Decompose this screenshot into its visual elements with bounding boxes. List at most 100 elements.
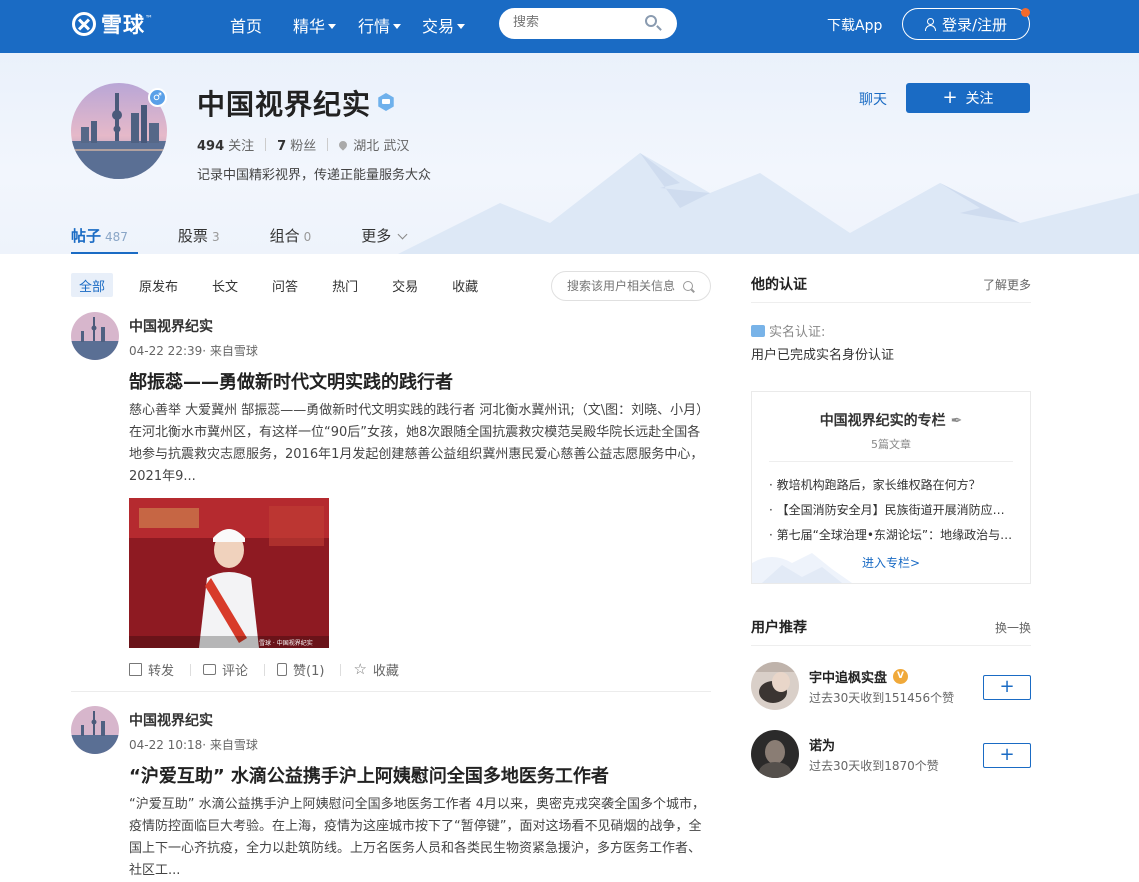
recommended-user-avatar[interactable] — [751, 662, 799, 710]
nav-trade-label: 交易 — [422, 17, 455, 36]
comment-button[interactable]: 评论 — [203, 660, 248, 679]
certification-header: 他的认证 了解更多 — [751, 274, 1031, 303]
followers-link[interactable]: 7 粉丝 — [277, 135, 316, 154]
image-caption: 雪球 · 中国视界纪实 — [259, 639, 313, 647]
search-icon[interactable] — [683, 281, 693, 291]
favorite-button[interactable]: ☆ 收藏 — [353, 660, 398, 679]
refresh-recommendations-link[interactable]: 换一换 — [995, 619, 1031, 636]
gender-male-icon: ♂ — [148, 88, 167, 107]
followers-count: 7 — [277, 139, 287, 154]
user-search-input[interactable] — [567, 279, 679, 293]
filter-trade[interactable]: 交易 — [384, 273, 426, 297]
comment-label: 评论 — [222, 664, 249, 679]
like-button[interactable]: 赞(1) — [277, 660, 324, 679]
tab-more-label: 更多 — [361, 227, 392, 245]
tab-more[interactable]: 更多 — [361, 225, 408, 254]
star-icon: ☆ — [353, 659, 367, 678]
nav-featured[interactable]: 精华 — [293, 13, 337, 37]
post-author-avatar[interactable] — [71, 706, 119, 754]
divider — [769, 461, 1013, 462]
nav-trade[interactable]: 交易 — [422, 13, 466, 37]
follow-user-button[interactable]: + — [983, 675, 1031, 700]
verified-badge-icon[interactable] — [378, 93, 394, 111]
post-excerpt[interactable]: 慈心善举 大爱冀州 郜振蕊——勇做新时代文明实践的践行者 河北衡水冀州讯;（文\… — [129, 400, 711, 488]
recommendation-title: 用户推荐 — [751, 620, 807, 636]
login-label: 登录/注册 — [941, 15, 1008, 34]
post-excerpt[interactable]: “沪爱互助” 水滴公益携手沪上阿姨慰问全国多地医务工作者 4月以来，奥密克戎突袭… — [129, 794, 711, 882]
tab-portfolios-count: 0 — [303, 230, 312, 244]
post-actions: 转发 评论 赞(1) ☆ 收藏 — [129, 660, 403, 679]
search-input[interactable] — [513, 15, 643, 30]
filter-original[interactable]: 原发布 — [131, 273, 186, 297]
follow-button[interactable]: + 关注 — [906, 83, 1030, 113]
post-filters: 全部 原发布 长文 问答 热门 交易 收藏 — [71, 273, 504, 297]
like-label: 赞(1) — [293, 664, 325, 679]
learn-more-link[interactable]: 了解更多 — [983, 276, 1031, 293]
divider — [340, 663, 342, 676]
nav-home-label: 首页 — [230, 17, 263, 36]
recommended-user-likes: 过去30天收到151456个赞 — [809, 691, 955, 705]
column-article-link[interactable]: · 教培机构跑路后，家长维权路在何方？ — [769, 476, 1013, 501]
recommended-user: 宇中追枫实盘 V 过去30天收到151456个赞 + — [751, 662, 1031, 712]
column-article-list: · 教培机构跑路后，家长维权路在何方？ · 【全国消防安全月】民族街道开展消防应… — [769, 476, 1013, 551]
chevron-down-icon — [397, 229, 408, 240]
post-author-name[interactable]: 中国视界纪实 — [129, 710, 213, 730]
column-card: 中国视界纪实的专栏 ✒ 5篇文章 · 教培机构跑路后，家长维权路在何方？ · 【… — [751, 391, 1031, 584]
followers-label: 粉丝 — [290, 139, 317, 154]
plus-icon: + — [942, 87, 958, 108]
column-title[interactable]: 中国视界纪实的专栏 ✒ — [752, 410, 1030, 430]
recommended-user-name[interactable]: 诺为 — [809, 735, 835, 754]
post-author-name[interactable]: 中国视界纪实 — [129, 316, 213, 336]
cert-description: 用户已完成实名身份认证 — [751, 348, 895, 363]
post-card: 中国视界纪实 04-22 22:39· 来自雪球 郜振蕊——勇做新时代文明实践的… — [71, 312, 711, 682]
tab-posts-count: 487 — [105, 230, 128, 244]
filter-all[interactable]: 全部 — [71, 273, 114, 297]
caret-down-icon — [457, 23, 466, 29]
user-icon — [924, 17, 936, 31]
post-divider — [71, 691, 711, 692]
caret-down-icon — [328, 23, 337, 29]
post-title[interactable]: “沪爱互助” 水滴公益携手沪上阿姨慰问全国多地医务工作者 — [129, 762, 609, 788]
filter-favorite[interactable]: 收藏 — [444, 273, 486, 297]
post-author-avatar[interactable] — [71, 312, 119, 360]
filter-long[interactable]: 长文 — [204, 273, 246, 297]
comment-icon — [203, 664, 217, 675]
following-link[interactable]: 494 关注 — [197, 135, 254, 154]
column-article-link[interactable]: · 【全国消防安全月】民族街道开展消防应急演练 — [769, 501, 1013, 526]
tab-portfolios[interactable]: 组合 0 — [270, 225, 312, 254]
logo-trademark: ™ — [145, 13, 153, 23]
tab-stocks[interactable]: 股票 3 — [178, 225, 220, 254]
post-title[interactable]: 郜振蕊——勇做新时代文明实践的践行者 — [129, 368, 453, 394]
recommended-user-avatar[interactable] — [751, 730, 799, 778]
pen-icon: ✒ — [950, 413, 963, 429]
nav-home[interactable]: 首页 — [230, 13, 262, 37]
post-image[interactable]: 雪球 · 中国视界纪实 — [129, 498, 329, 648]
cert-label: 实名认证: — [751, 321, 825, 340]
notification-dot — [1021, 8, 1030, 17]
tab-posts[interactable]: 帖子 487 — [71, 225, 138, 254]
profile-header: ♂ 中国视界纪实 494 关注 7 粉丝 湖北 武汉 记录中国精彩视界，传递正能量服… — [0, 53, 1139, 254]
recommended-user-name[interactable]: 宇中追枫实盘 V — [809, 667, 909, 686]
filter-hot[interactable]: 热门 — [324, 273, 366, 297]
certification-panel: 他的认证 了解更多 实名认证: 用户已完成实名身份认证 — [751, 274, 1031, 364]
divider — [190, 663, 192, 676]
xueqiu-logo[interactable]: 雪球 ™ — [72, 11, 153, 37]
column-article-link[interactable]: · 第七届“全球治理•东湖论坛”：地缘政治与全球治理 — [769, 526, 1013, 551]
nav-market[interactable]: 行情 — [358, 13, 402, 37]
profile-bio: 记录中国精彩视界，传递正能量服务大众 — [197, 168, 432, 183]
nav-market-label: 行情 — [358, 17, 391, 36]
recommended-user-name-text: 宇中追枫实盘 — [809, 671, 888, 686]
post-meta: 04-22 22:39· 来自雪球 — [129, 344, 258, 358]
search-icon[interactable] — [645, 15, 657, 27]
share-label: 转发 — [148, 664, 175, 679]
chat-button[interactable]: 聊天 — [859, 89, 887, 109]
divider — [327, 138, 329, 151]
filter-qa[interactable]: 问答 — [264, 273, 306, 297]
download-app-link[interactable]: 下载App — [827, 15, 882, 35]
follow-user-button[interactable]: + — [983, 743, 1031, 768]
login-register-button[interactable]: 登录/注册 — [902, 8, 1030, 40]
mountain-background — [398, 153, 1139, 254]
enter-column-link[interactable]: 进入专栏> — [752, 554, 1030, 571]
share-button[interactable]: 转发 — [129, 660, 174, 679]
following-label: 关注 — [228, 139, 255, 154]
